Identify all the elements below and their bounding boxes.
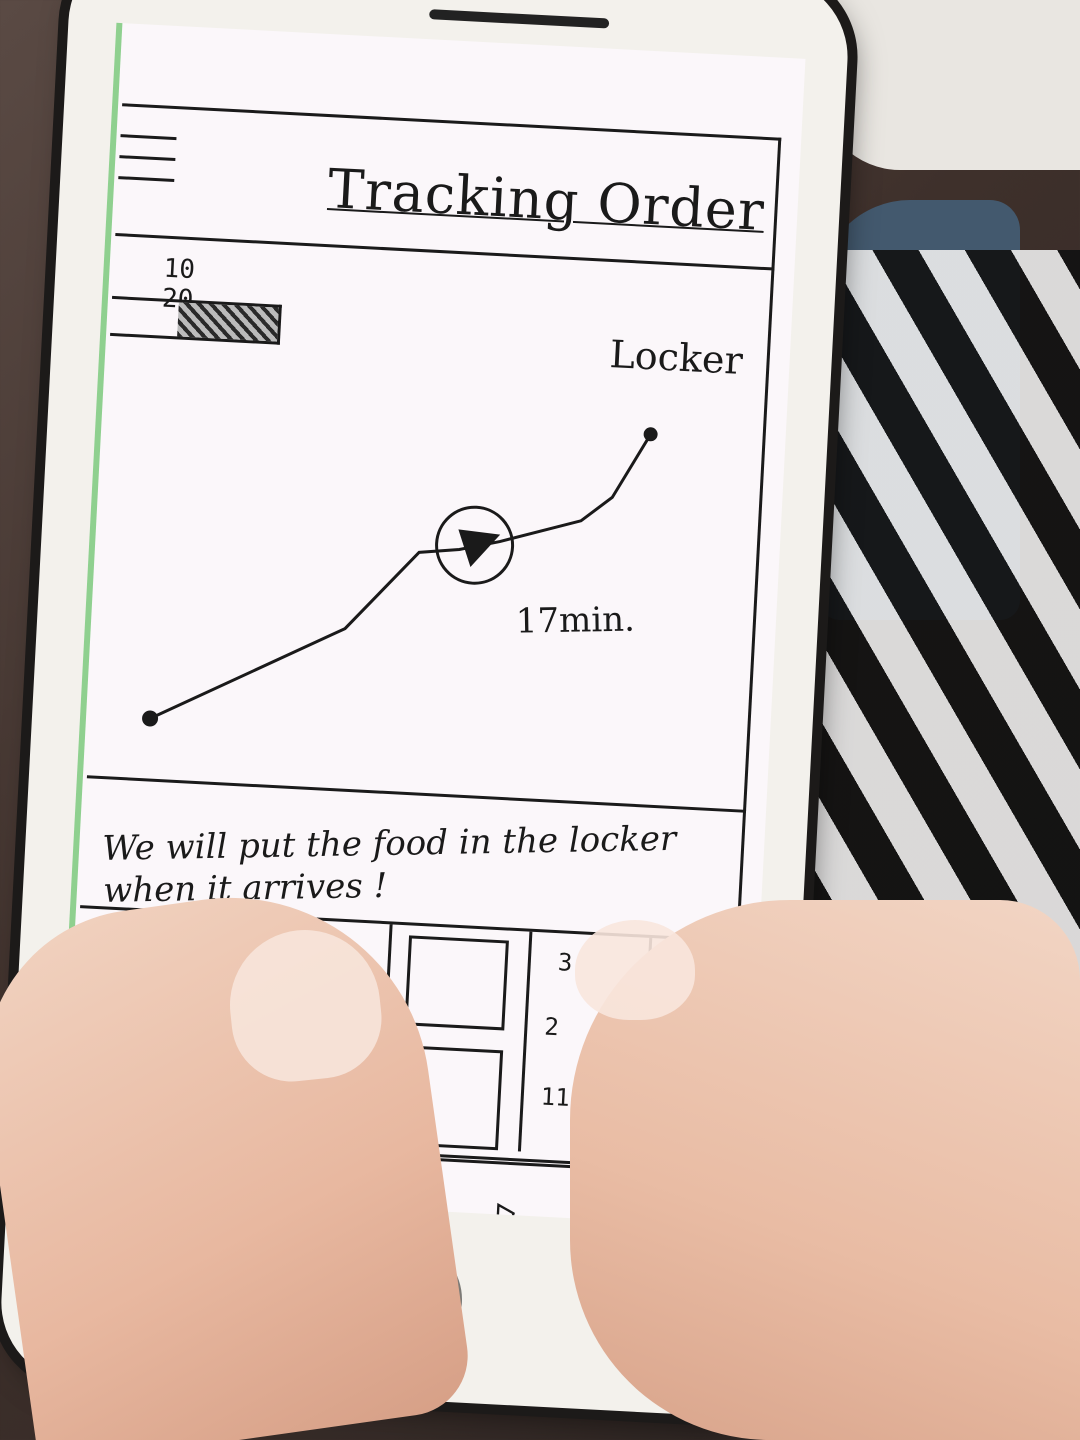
locker-door[interactable] xyxy=(404,935,509,1031)
delivery-message: We will put the food in the locker when … xyxy=(102,818,677,911)
locker-number: 2 xyxy=(543,1012,560,1042)
route-origin-dot xyxy=(142,710,159,727)
locker-number: 11 xyxy=(540,1082,571,1112)
page-title: Tracking Order xyxy=(326,157,767,243)
right-thumbnail xyxy=(575,920,695,1020)
phone-speaker xyxy=(429,9,610,29)
route-destination-dot xyxy=(643,427,658,442)
tab-delivery[interactable] xyxy=(462,1169,557,1228)
locker-number: 3 xyxy=(557,948,574,977)
eta-label: 17min. xyxy=(515,599,636,642)
route-map[interactable] xyxy=(88,246,774,800)
background-paper xyxy=(820,0,1080,170)
locker-divider xyxy=(517,931,533,1152)
header: Tracking Order xyxy=(115,106,782,271)
scooter-icon xyxy=(479,1202,542,1228)
route-line xyxy=(148,432,653,720)
menu-icon[interactable] xyxy=(118,116,182,189)
